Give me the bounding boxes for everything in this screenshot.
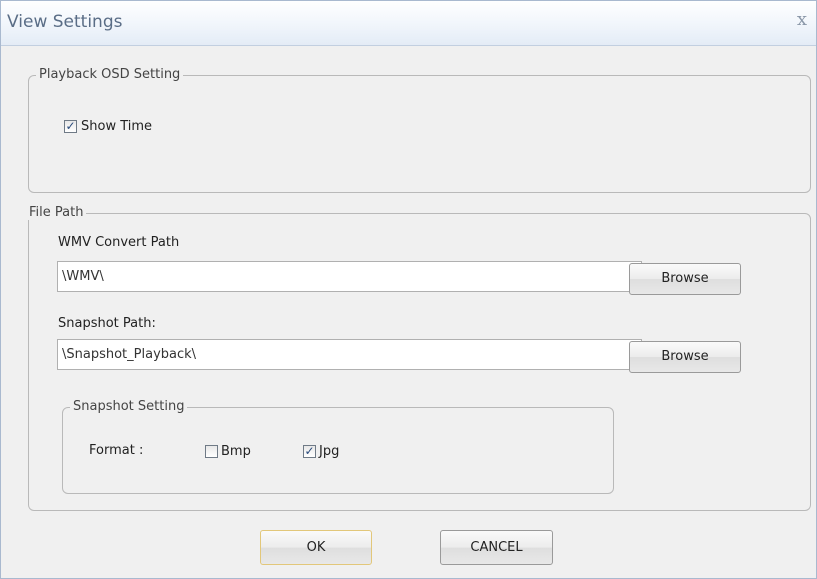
playback-osd-group: Playback OSD Setting ✓ Show Time xyxy=(28,67,811,193)
snapshot-path-input[interactable]: \Snapshot_Playback\ xyxy=(57,339,642,370)
wmv-browse-button[interactable]: Browse xyxy=(629,263,741,295)
show-time-label[interactable]: Show Time xyxy=(81,119,152,134)
bmp-checkbox[interactable] xyxy=(205,445,218,458)
check-icon: ✓ xyxy=(65,119,76,133)
wmv-path-label: WMV Convert Path xyxy=(58,235,180,250)
format-label: Format : xyxy=(89,443,144,458)
snapshot-setting-group: Snapshot Setting Format : Bmp ✓ Jpg xyxy=(62,399,614,494)
jpg-checkbox[interactable]: ✓ xyxy=(303,444,316,458)
snapshot-path-label: Snapshot Path: xyxy=(58,316,156,331)
close-icon[interactable]: x xyxy=(792,10,812,30)
wmv-path-input[interactable]: \WMV\ xyxy=(57,261,642,292)
show-time-checkbox[interactable]: ✓ xyxy=(64,119,77,133)
file-path-legend: File Path xyxy=(26,205,87,220)
cancel-button[interactable]: CANCEL xyxy=(440,530,553,565)
ok-button[interactable]: OK xyxy=(260,530,372,565)
snapshot-setting-legend: Snapshot Setting xyxy=(70,399,188,414)
view-settings-dialog: View Settings x Playback OSD Setting ✓ S… xyxy=(0,0,817,579)
jpg-label[interactable]: Jpg xyxy=(319,444,339,459)
window-title: View Settings xyxy=(7,12,123,32)
title-bar: View Settings x xyxy=(1,1,816,46)
check-icon: ✓ xyxy=(304,444,315,458)
playback-osd-legend: Playback OSD Setting xyxy=(36,67,184,82)
file-path-group: File Path WMV Convert Path \WMV\ Browse … xyxy=(26,205,811,511)
bmp-label[interactable]: Bmp xyxy=(221,444,251,459)
snapshot-browse-button[interactable]: Browse xyxy=(629,341,741,373)
